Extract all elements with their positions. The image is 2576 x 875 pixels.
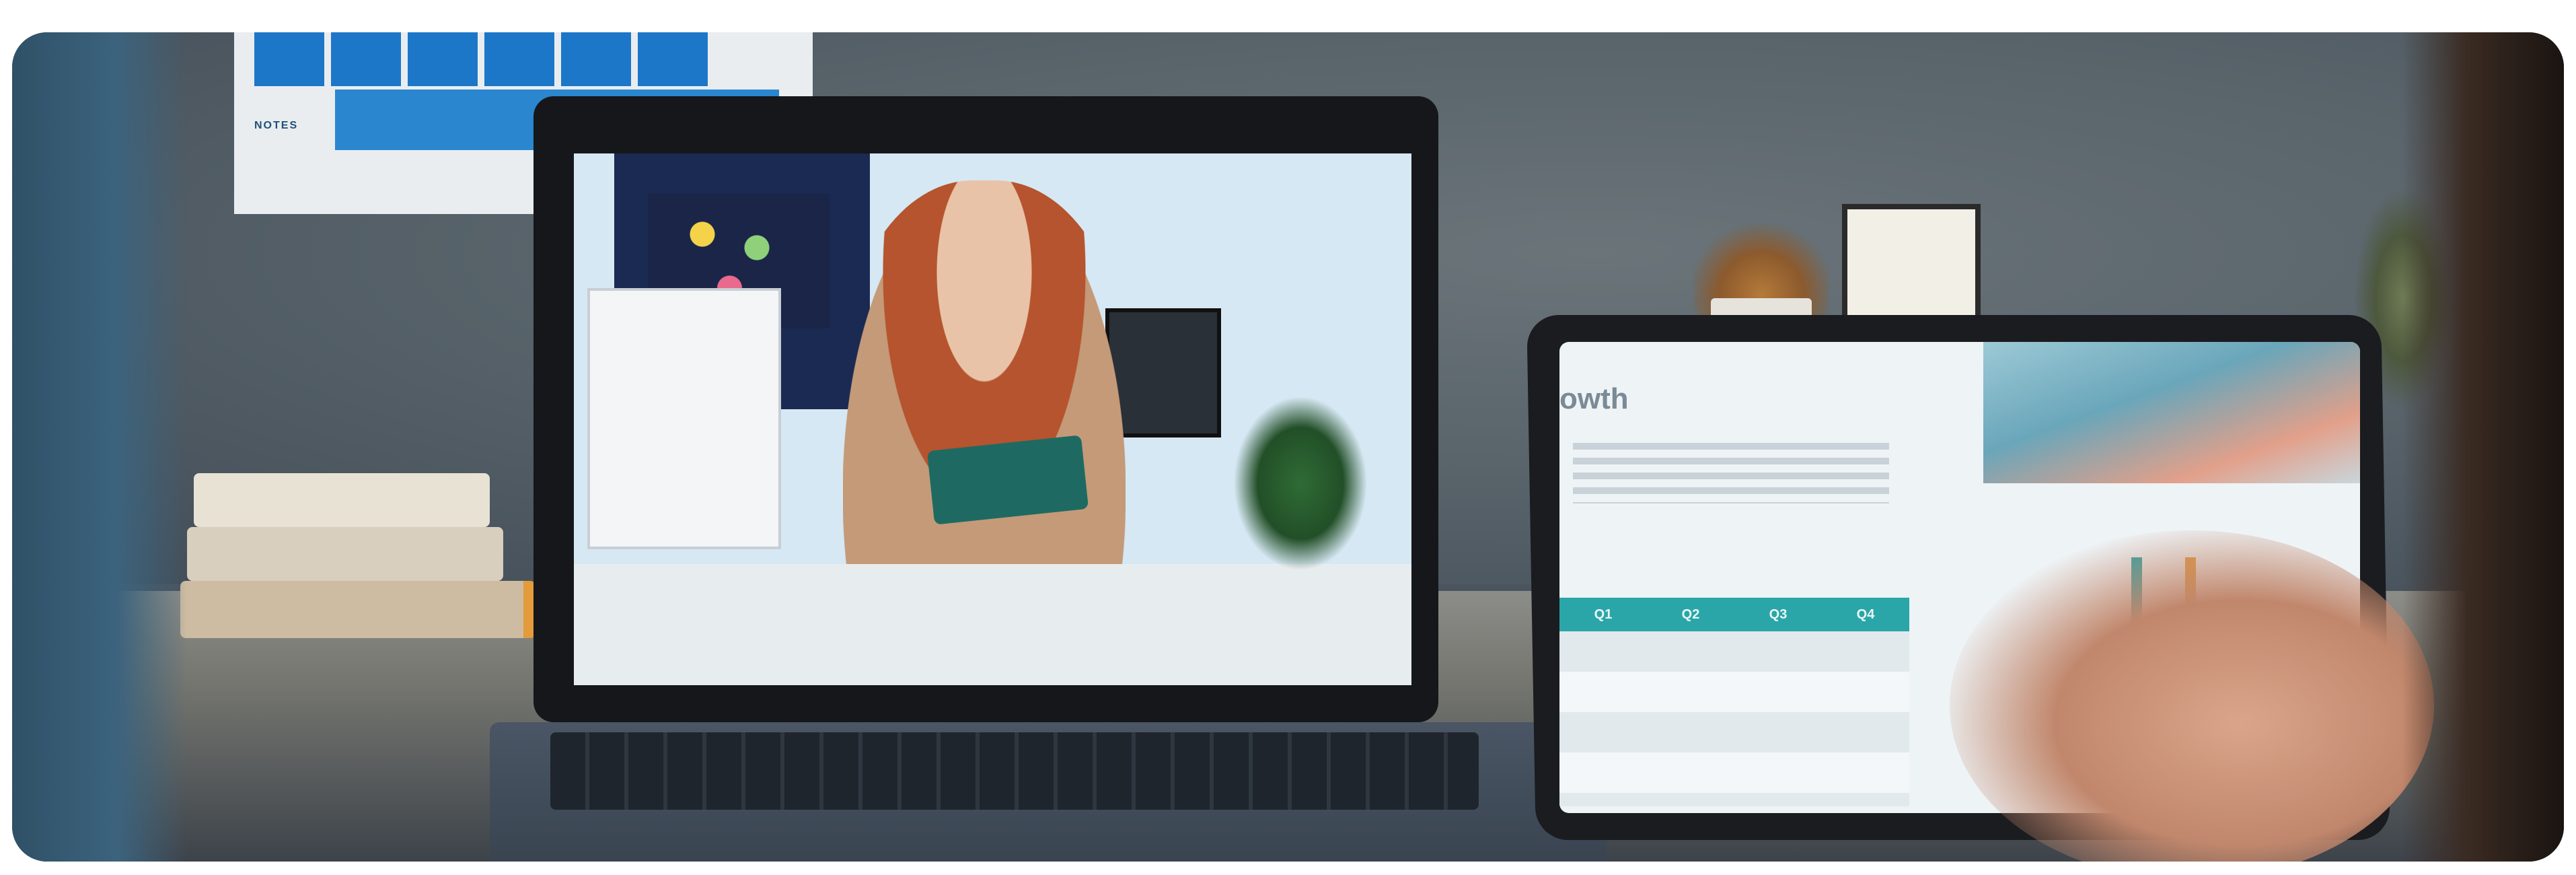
planner-notes-label: NOTES: [254, 120, 299, 131]
foreground-shoulder-left: [12, 32, 187, 862]
book-bottom: [180, 581, 536, 638]
video-whiteboard: [587, 288, 781, 549]
book-middle: [187, 527, 503, 581]
video-plant: [1233, 396, 1368, 571]
table-header-q2: Q2: [1681, 606, 1700, 622]
planner-row: [254, 32, 708, 86]
gesturing-hand: [1950, 530, 2434, 862]
table-header-q1: Q1: [1594, 606, 1613, 622]
table-header-q3: Q3: [1769, 606, 1788, 622]
video-desk: [574, 564, 1411, 685]
picture-frame: [1842, 204, 1981, 322]
video-presenter: [843, 180, 1126, 598]
tablet-text-lines: [1573, 443, 1889, 503]
table-header-q4: Q4: [1856, 606, 1875, 622]
tablet-heading: owth: [1559, 382, 1629, 415]
tablet-area-chart: [1983, 342, 2360, 483]
book-top: [194, 473, 490, 527]
laptop-screen-video-call: [574, 153, 1411, 685]
tablet-table-header: Q1 Q2 Q3 Q4: [1559, 598, 1909, 631]
hero-photo: NOTES owth Q1 Q2 Q3 Q4: [12, 32, 2564, 862]
tablet-table-rows: [1559, 631, 1909, 806]
foreground-shoulder-right: [2402, 32, 2564, 862]
laptop-keyboard: [550, 732, 1479, 810]
